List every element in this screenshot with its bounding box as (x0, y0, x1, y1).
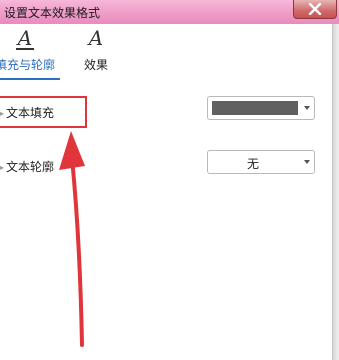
annotation-arrow (59, 131, 85, 347)
